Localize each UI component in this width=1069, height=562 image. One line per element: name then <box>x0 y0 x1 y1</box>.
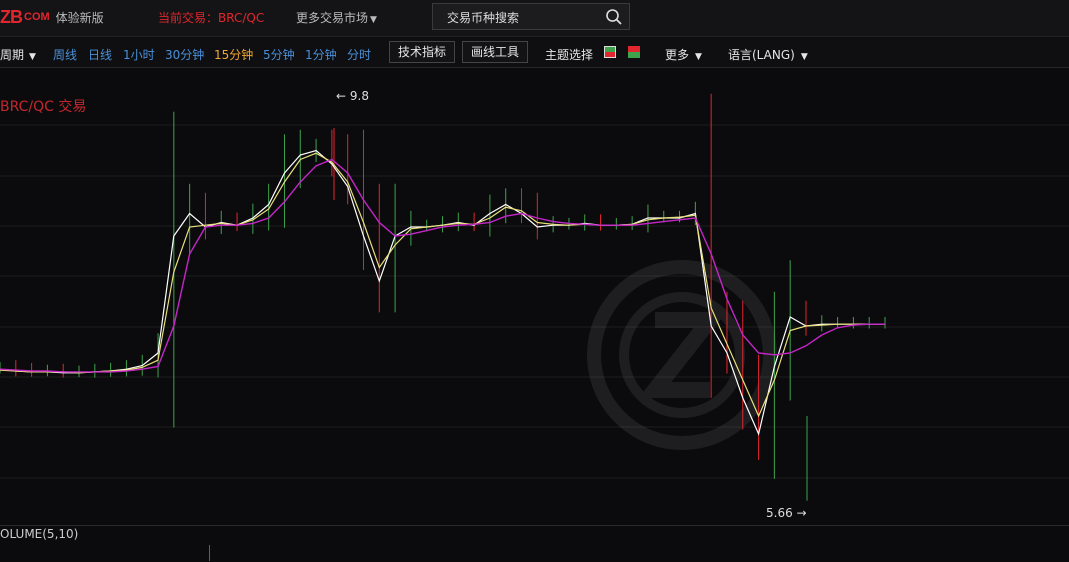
new-version-link[interactable]: 体验新版 <box>56 9 104 26</box>
high-price-label: ← 9.8 <box>336 89 369 103</box>
search-input[interactable] <box>433 4 609 31</box>
more-market-dropdown[interactable]: 更多交易市场 ▼ <box>296 9 377 26</box>
language-dropdown[interactable]: 语言(LANG) ▼ <box>728 46 808 63</box>
period-dropdown[interactable]: 周期 ▼ <box>0 46 36 63</box>
low-price-label: 5.66 → <box>766 506 807 520</box>
interval-30m[interactable]: 30分钟 <box>165 46 204 63</box>
caret-down-icon: ▼ <box>29 52 36 62</box>
top-bar: ZB COM 体验新版 当前交易：BRC/QC 更多交易市场 ▼ <box>0 0 1069 37</box>
ma-long-line <box>0 158 885 373</box>
current-pair: 当前交易：BRC/QC <box>158 11 265 25</box>
chart-gridlines <box>0 124 1069 479</box>
theme-label: 主题选择 <box>545 48 594 62</box>
more-label: 更多 <box>665 48 690 62</box>
interval-weekly[interactable]: 周线 <box>53 46 77 63</box>
zb-logo[interactable]: ZB COM 体验新版 <box>0 7 104 27</box>
interval-daily[interactable]: 日线 <box>88 46 112 63</box>
chart-toolbar: 周期 ▼ 周线 日线 1小时 30分钟 15分钟 5分钟 1分钟 分时 技术指标 … <box>0 38 1069 68</box>
interval-1h[interactable]: 1小时 <box>123 46 155 63</box>
zb-watermark-icon <box>587 260 777 450</box>
interval-15m[interactable]: 15分钟 <box>214 46 253 63</box>
logo-mark: ZB <box>0 6 23 27</box>
caret-down-icon: ▼ <box>370 15 377 25</box>
search-icon[interactable] <box>605 8 623 26</box>
more-dropdown[interactable]: 更多 ▼ <box>665 46 702 63</box>
search-box[interactable] <box>432 3 630 31</box>
caret-down-icon: ▼ <box>695 52 702 62</box>
period-label: 周期 <box>0 48 25 62</box>
price-chart[interactable] <box>0 68 1069 524</box>
indicators-button[interactable]: 技术指标 <box>389 41 456 63</box>
theme-swatch-light[interactable] <box>604 46 616 58</box>
draw-tools-button[interactable]: 画线工具 <box>462 41 529 63</box>
pair-title: BRC/QC 交易 <box>0 99 87 115</box>
more-market-label: 更多交易市场 <box>296 11 369 25</box>
interval-timeline[interactable]: 分时 <box>347 46 371 63</box>
volume-label: OLUME(5,10) <box>0 527 79 541</box>
language-label: 语言(LANG) <box>728 48 795 62</box>
logo-suffix: COM <box>24 11 50 23</box>
caret-down-icon: ▼ <box>800 52 808 62</box>
interval-5m[interactable]: 5分钟 <box>263 46 295 63</box>
interval-1m[interactable]: 1分钟 <box>305 46 337 63</box>
theme-swatch-dark[interactable] <box>628 46 640 58</box>
volume-panel[interactable] <box>0 525 1069 562</box>
volume-bar <box>209 545 210 561</box>
